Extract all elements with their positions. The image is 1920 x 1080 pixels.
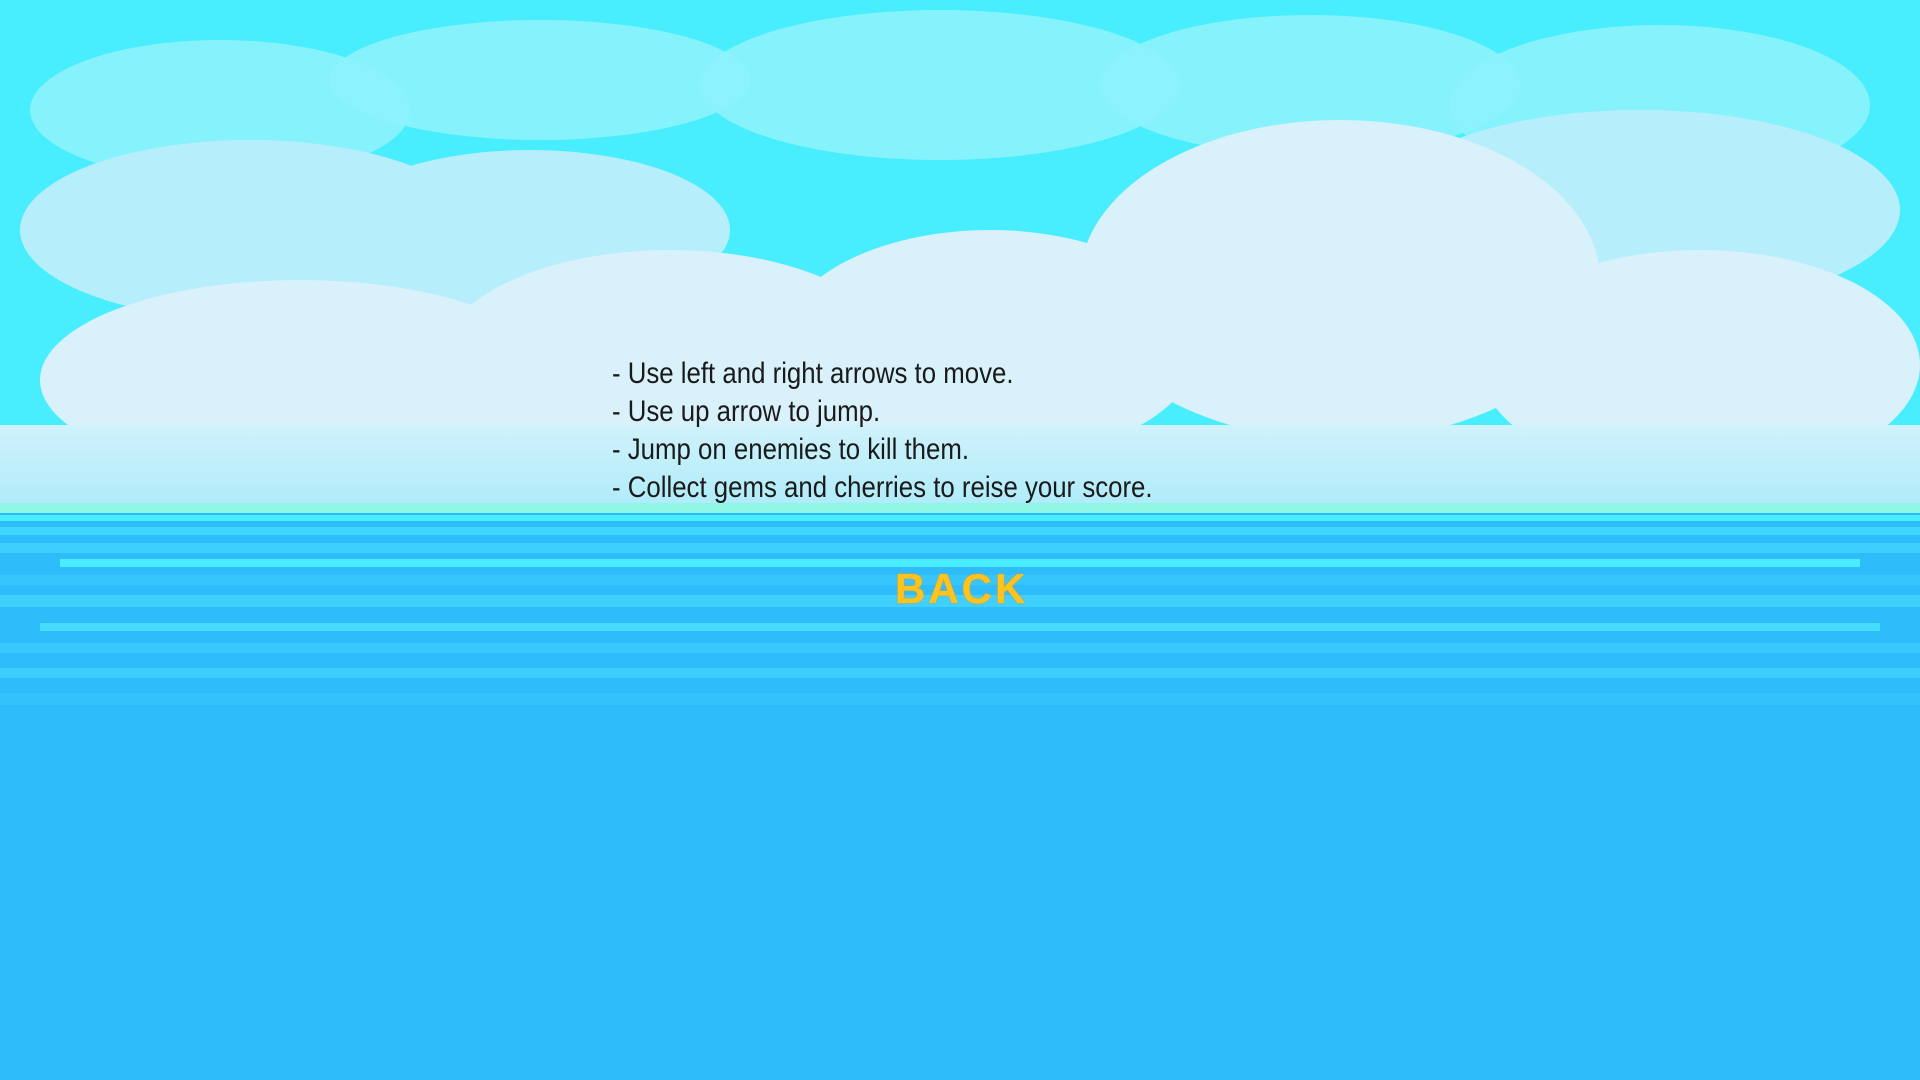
sea-wave	[0, 643, 1920, 653]
sea-wave	[40, 623, 1880, 631]
sea-wave	[0, 515, 1920, 521]
sea-wave	[0, 668, 1920, 678]
instruction-line: - Collect gems and cherries to reise you…	[612, 471, 1153, 504]
instructions-text: - Use left and right arrows to move. - U…	[612, 355, 1153, 507]
instruction-line: - Use up arrow to jump.	[612, 395, 881, 428]
back-button[interactable]: BACK	[895, 565, 1028, 613]
instruction-line: - Use left and right arrows to move.	[612, 357, 1014, 390]
sea-wave	[0, 693, 1920, 705]
cloud	[330, 20, 750, 140]
instruction-line: - Jump on enemies to kill them.	[612, 433, 970, 466]
sea-wave	[0, 543, 1920, 553]
game-scene: - Use left and right arrows to move. - U…	[0, 0, 1920, 1080]
sea-wave	[0, 527, 1920, 535]
